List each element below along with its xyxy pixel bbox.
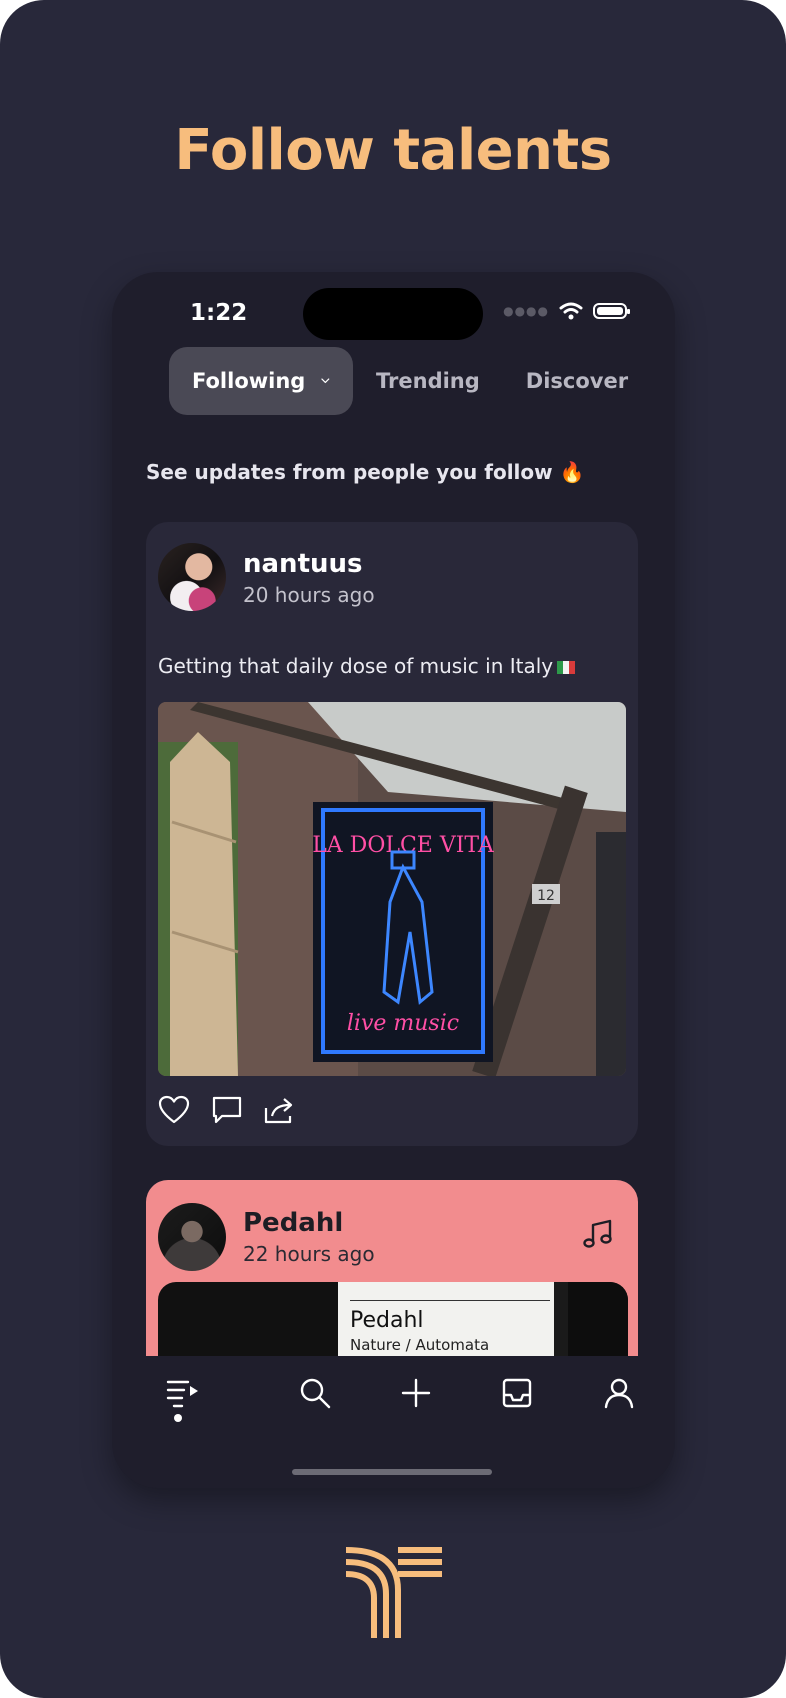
inbox-icon[interactable] bbox=[500, 1376, 534, 1410]
post-card[interactable]: nantuus 20 hours ago Getting that daily … bbox=[146, 522, 638, 1146]
add-icon[interactable] bbox=[399, 1376, 433, 1410]
tab-following-label: Following bbox=[192, 369, 306, 393]
post-caption-text: Getting that daily dose of music in Ital… bbox=[158, 654, 554, 678]
neon-subtitle: live music bbox=[347, 1011, 459, 1036]
phone-mockup: 1:22 ●●●● Following Trending Discover Se… bbox=[112, 272, 675, 1488]
status-time: 1:22 bbox=[190, 300, 248, 326]
post-image[interactable]: LA DOLCE VITA live music 12 bbox=[158, 702, 626, 1076]
tab-discover[interactable]: Discover bbox=[503, 347, 651, 415]
post-caption: Getting that daily dose of music in Ital… bbox=[158, 654, 576, 678]
tab-following[interactable]: Following bbox=[169, 347, 353, 415]
feed-icon[interactable] bbox=[162, 1376, 202, 1422]
post-username[interactable]: nantuus bbox=[243, 549, 363, 579]
album-title: Pedahl bbox=[350, 1308, 424, 1333]
italy-flag-icon bbox=[557, 661, 576, 674]
share-icon[interactable] bbox=[264, 1096, 294, 1124]
chevron-down-icon bbox=[321, 378, 330, 384]
promo-frame: Follow talents 1:22 ●●●● Following Trend… bbox=[0, 0, 786, 1698]
app-logo bbox=[346, 1547, 442, 1638]
tab-trending-label: Trending bbox=[376, 369, 480, 393]
profile-icon[interactable] bbox=[602, 1376, 636, 1410]
sign-number: 12 bbox=[537, 888, 555, 904]
post-time: 20 hours ago bbox=[243, 583, 375, 607]
feed-tabs: Following Trending Discover bbox=[169, 347, 651, 415]
heart-icon[interactable] bbox=[158, 1095, 190, 1125]
battery-icon bbox=[593, 303, 630, 319]
tab-discover-label: Discover bbox=[525, 369, 629, 393]
avatar[interactable] bbox=[158, 543, 226, 611]
post-username[interactable]: Pedahl bbox=[243, 1208, 343, 1238]
tab-trending[interactable]: Trending bbox=[353, 347, 503, 415]
avatar[interactable] bbox=[158, 1203, 226, 1271]
home-indicator bbox=[292, 1469, 492, 1475]
comment-icon[interactable] bbox=[212, 1096, 242, 1124]
feed-subtitle: See updates from people you follow 🔥 bbox=[146, 460, 585, 484]
post-time: 22 hours ago bbox=[243, 1242, 375, 1266]
dynamic-island bbox=[303, 288, 483, 340]
neon-title: LA DOLCE VITA bbox=[312, 833, 495, 858]
music-note-icon[interactable] bbox=[582, 1218, 614, 1250]
album-subtitle: Nature / Automata bbox=[350, 1336, 490, 1354]
signal-icon: ●●●● bbox=[503, 304, 549, 318]
post-actions bbox=[158, 1095, 294, 1125]
wifi-icon bbox=[559, 302, 583, 320]
search-icon[interactable] bbox=[298, 1376, 332, 1410]
status-icons: ●●●● bbox=[503, 302, 630, 320]
headline: Follow talents bbox=[174, 118, 612, 183]
